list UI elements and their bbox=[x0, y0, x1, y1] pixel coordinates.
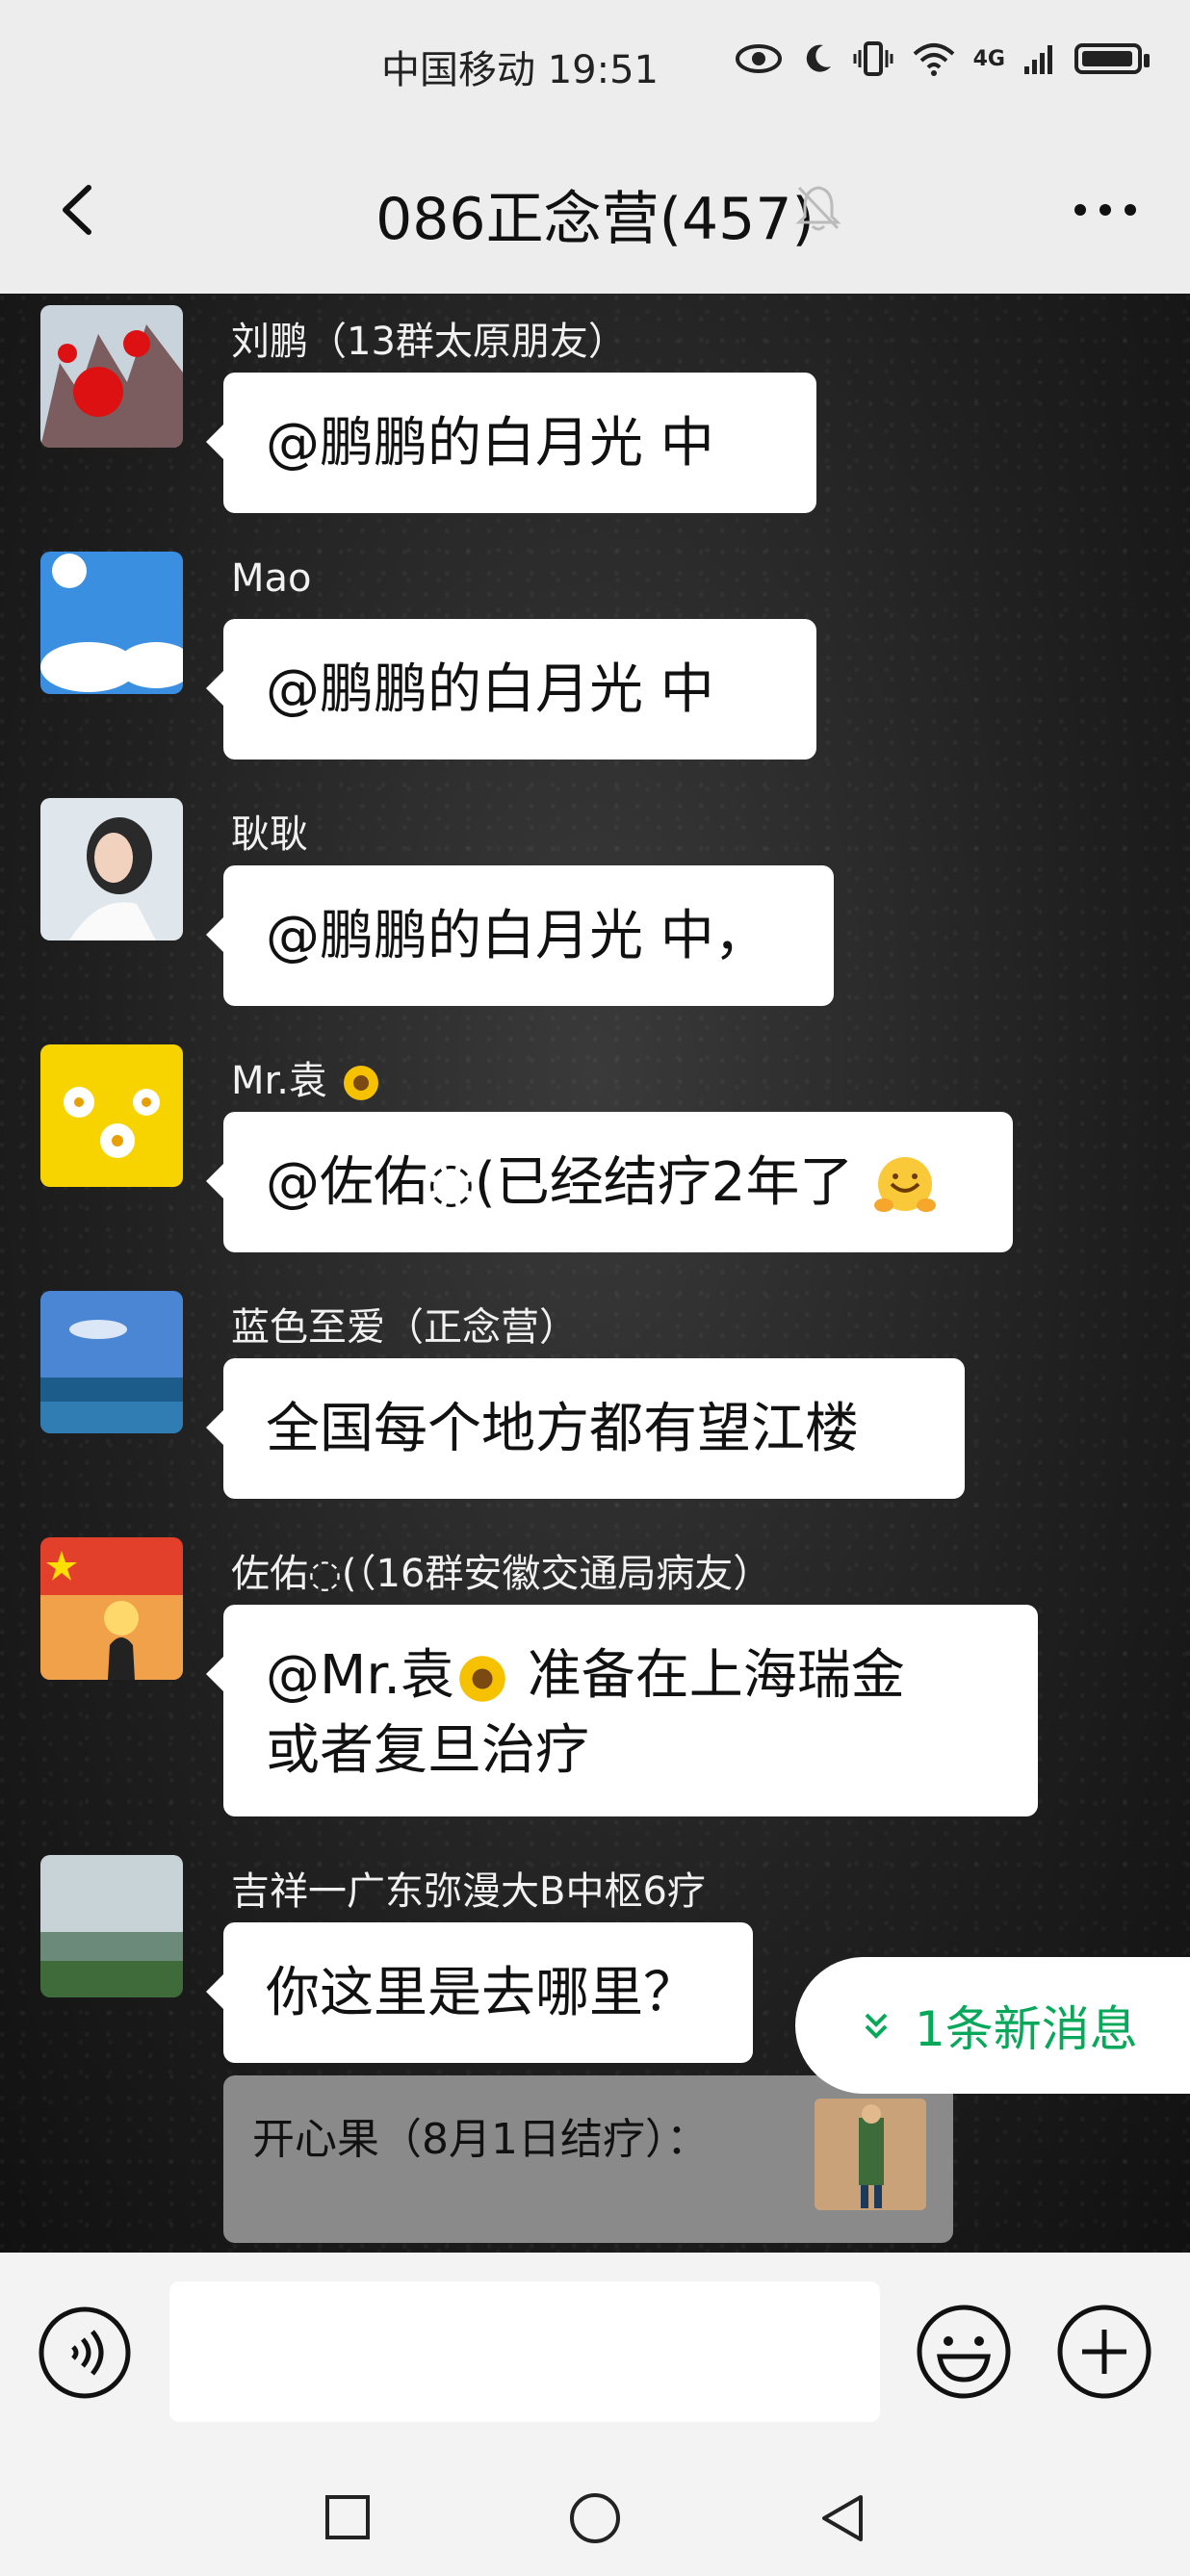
quoted-message-text: 开心果（8月1日结疗）： bbox=[252, 2115, 709, 2164]
double-chevron-down-icon bbox=[865, 2013, 888, 2039]
message-bubble[interactable]: @鹏鹏的白月光 中， bbox=[206, 865, 834, 1006]
new-message-button[interactable]: 1条新消息 bbox=[795, 1957, 1190, 2094]
message-bubble[interactable]: @鹏鹏的白月光 中 bbox=[206, 619, 816, 760]
sender-name: 佐佑◌(（16群安徽交通局病友） bbox=[231, 1552, 772, 1596]
moon-icon bbox=[806, 44, 831, 72]
message-bubble[interactable]: @Mr.袁 准备在上海瑞金 或者复旦治疗 bbox=[206, 1605, 1038, 1816]
eye-icon bbox=[735, 44, 782, 73]
emoji-icon[interactable] bbox=[915, 2303, 1013, 2401]
signal-icon bbox=[1024, 45, 1052, 74]
avatar[interactable] bbox=[40, 1044, 183, 1187]
plus-icon[interactable] bbox=[1055, 2303, 1153, 2401]
voice-icon[interactable] bbox=[37, 2305, 133, 2401]
avatar[interactable] bbox=[40, 798, 183, 940]
mention-text: @Mr.袁 bbox=[266, 1644, 454, 1707]
sunflower-icon bbox=[459, 1656, 505, 1702]
chat-header: 086正念营(457) bbox=[0, 130, 1190, 294]
sender-name: 耿耿 bbox=[231, 812, 308, 857]
home-icon[interactable] bbox=[568, 2491, 622, 2545]
muted-bell-icon bbox=[795, 186, 841, 231]
avatar[interactable] bbox=[40, 305, 183, 448]
system-nav-bar bbox=[0, 2455, 1190, 2576]
sender-name: 吉祥一广东弥漫大B中枢6疗 bbox=[231, 1869, 706, 1914]
sender-name: 刘鹏（13群太原朋友） bbox=[231, 320, 627, 364]
sender-name-text: Mr.袁 bbox=[231, 1059, 327, 1103]
avatar[interactable] bbox=[40, 1855, 183, 1997]
message-text-line: 或者复旦治疗 bbox=[266, 1719, 589, 1782]
recent-apps-icon[interactable] bbox=[323, 2493, 372, 2541]
status-bar: 中国移动 19:51 4G bbox=[0, 0, 1190, 130]
sender-name: Mr.袁 bbox=[231, 1049, 382, 1105]
sender-name: Mao bbox=[231, 556, 312, 601]
avatar[interactable] bbox=[40, 1537, 183, 1680]
message-bubble[interactable]: @佐佑◌(已经结疗2年了 bbox=[206, 1112, 1013, 1252]
network-label: 4G bbox=[972, 46, 1005, 71]
message-bubble[interactable]: 你这里是去哪里？ bbox=[206, 1922, 753, 2063]
message-text-line: @Mr.袁 准备在上海瑞金 bbox=[266, 1638, 996, 1713]
new-message-label: 1条新消息 bbox=[915, 2001, 1138, 2057]
hugging-face-icon bbox=[874, 1156, 937, 1212]
message-bubble[interactable]: 全国每个地方都有望江楼 bbox=[206, 1358, 965, 1499]
sunflower-icon bbox=[343, 1066, 378, 1100]
more-dots-icon[interactable] bbox=[1067, 186, 1144, 234]
sender-name: 蓝色至爱（正念营） bbox=[231, 1305, 578, 1350]
input-bar bbox=[0, 2253, 1190, 2455]
quoted-message-card[interactable]: 开心果（8月1日结疗）： bbox=[223, 2075, 953, 2243]
chat-title: 086正念营(457) bbox=[375, 186, 815, 253]
status-icons: 4G bbox=[735, 40, 1150, 77]
thumbnail-image[interactable] bbox=[815, 2099, 926, 2210]
nav-back-icon[interactable] bbox=[816, 2491, 868, 2545]
avatar[interactable] bbox=[40, 1291, 183, 1433]
message-text: 准备在上海瑞金 bbox=[510, 1644, 905, 1707]
battery-icon bbox=[1074, 43, 1150, 74]
message-input[interactable] bbox=[169, 2281, 880, 2422]
wifi-icon bbox=[913, 43, 954, 76]
message-bubble[interactable]: @鹏鹏的白月光 中 bbox=[206, 373, 816, 513]
vibrate-icon bbox=[853, 41, 893, 76]
avatar[interactable] bbox=[40, 552, 183, 694]
message-text: @佐佑◌(已经结疗2年了 bbox=[266, 1151, 854, 1214]
